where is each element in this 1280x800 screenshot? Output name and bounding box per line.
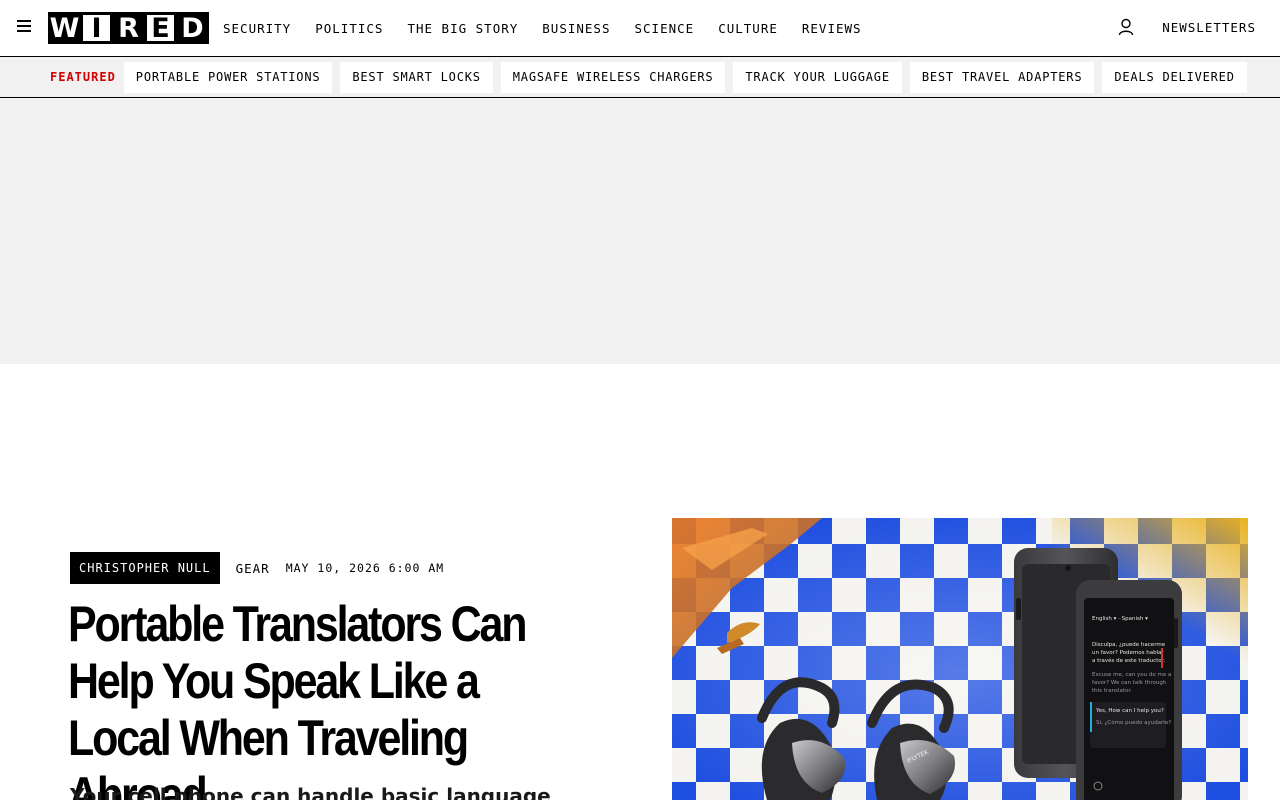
category-link[interactable]: GEAR xyxy=(236,561,270,576)
ad-placeholder xyxy=(0,98,1280,364)
featured-link[interactable]: BEST TRAVEL ADAPTERS xyxy=(909,61,1095,93)
publish-date: MAY 10, 2026 6:00 AM xyxy=(285,561,445,575)
author-link[interactable]: CHRISTOPHER NULL xyxy=(70,552,220,584)
logo-letter: I xyxy=(81,13,112,43)
screen-text: un favor? Podemos hablar xyxy=(1092,650,1165,656)
screen-text: Disculpa, ¿puede hacerme xyxy=(1092,642,1166,648)
screen-text: Sí, ¿Cómo puedo ayudarle? xyxy=(1096,719,1171,726)
wired-logo[interactable]: W I R E D xyxy=(48,12,209,44)
featured-link[interactable]: BEST SMART LOCKS xyxy=(340,61,493,93)
featured-bar: FEATURED PORTABLE POWER STATIONS BEST SM… xyxy=(0,57,1280,98)
featured-link[interactable]: MAGSAFE WIRELESS CHARGERS xyxy=(500,61,726,93)
nav-business[interactable]: BUSINESS xyxy=(542,21,610,36)
logo-letter: E xyxy=(145,13,176,43)
featured-link[interactable]: PORTABLE POWER STATIONS xyxy=(123,61,333,93)
article-headline: Portable Translators Can Help You Speak … xyxy=(68,596,528,800)
logo-letter: R xyxy=(113,13,144,43)
top-navigation: W I R E D SECURITY POLITICS THE BIG STOR… xyxy=(0,0,1280,57)
featured-link[interactable]: TRACK YOUR LUGGAGE xyxy=(733,61,902,93)
screen-text: this translator. xyxy=(1092,688,1132,694)
section-nav: SECURITY POLITICS THE BIG STORY BUSINESS… xyxy=(223,0,862,56)
nav-science[interactable]: SCIENCE xyxy=(635,21,695,36)
newsletters-link[interactable]: NEWSLETTERS xyxy=(1162,20,1256,35)
nav-culture[interactable]: CULTURE xyxy=(718,21,778,36)
screen-text: Yes, How can I help you? xyxy=(1095,708,1164,714)
hero-image: English ▾ · Spanish ▾ Disculpa, ¿puede h… xyxy=(672,518,1248,800)
screen-text: English ▾ · Spanish ▾ xyxy=(1092,616,1148,622)
nav-the-big-story[interactable]: THE BIG STORY xyxy=(407,21,518,36)
menu-icon[interactable] xyxy=(17,20,31,33)
logo-letter: W xyxy=(49,12,80,44)
screen-text: favor? We can talk through xyxy=(1092,680,1167,686)
logo-letter: D xyxy=(177,13,208,43)
featured-link[interactable]: DEALS DELIVERED xyxy=(1102,61,1247,93)
account-icon[interactable] xyxy=(1118,18,1134,36)
nav-reviews[interactable]: REVIEWS xyxy=(802,21,862,36)
nav-politics[interactable]: POLITICS xyxy=(315,21,383,36)
featured-links: PORTABLE POWER STATIONS BEST SMART LOCKS… xyxy=(123,61,1247,93)
nav-security[interactable]: SECURITY xyxy=(223,21,291,36)
featured-label: FEATURED xyxy=(50,70,116,84)
article-meta: CHRISTOPHER NULL GEAR MAY 10, 2026 6:00 … xyxy=(70,552,444,584)
screen-text: a través de este traductor. xyxy=(1092,657,1165,664)
article-dek: Your cell phone can handle basic languag… xyxy=(70,784,551,800)
screen-text: Excuse me, can you do me a xyxy=(1092,672,1171,678)
